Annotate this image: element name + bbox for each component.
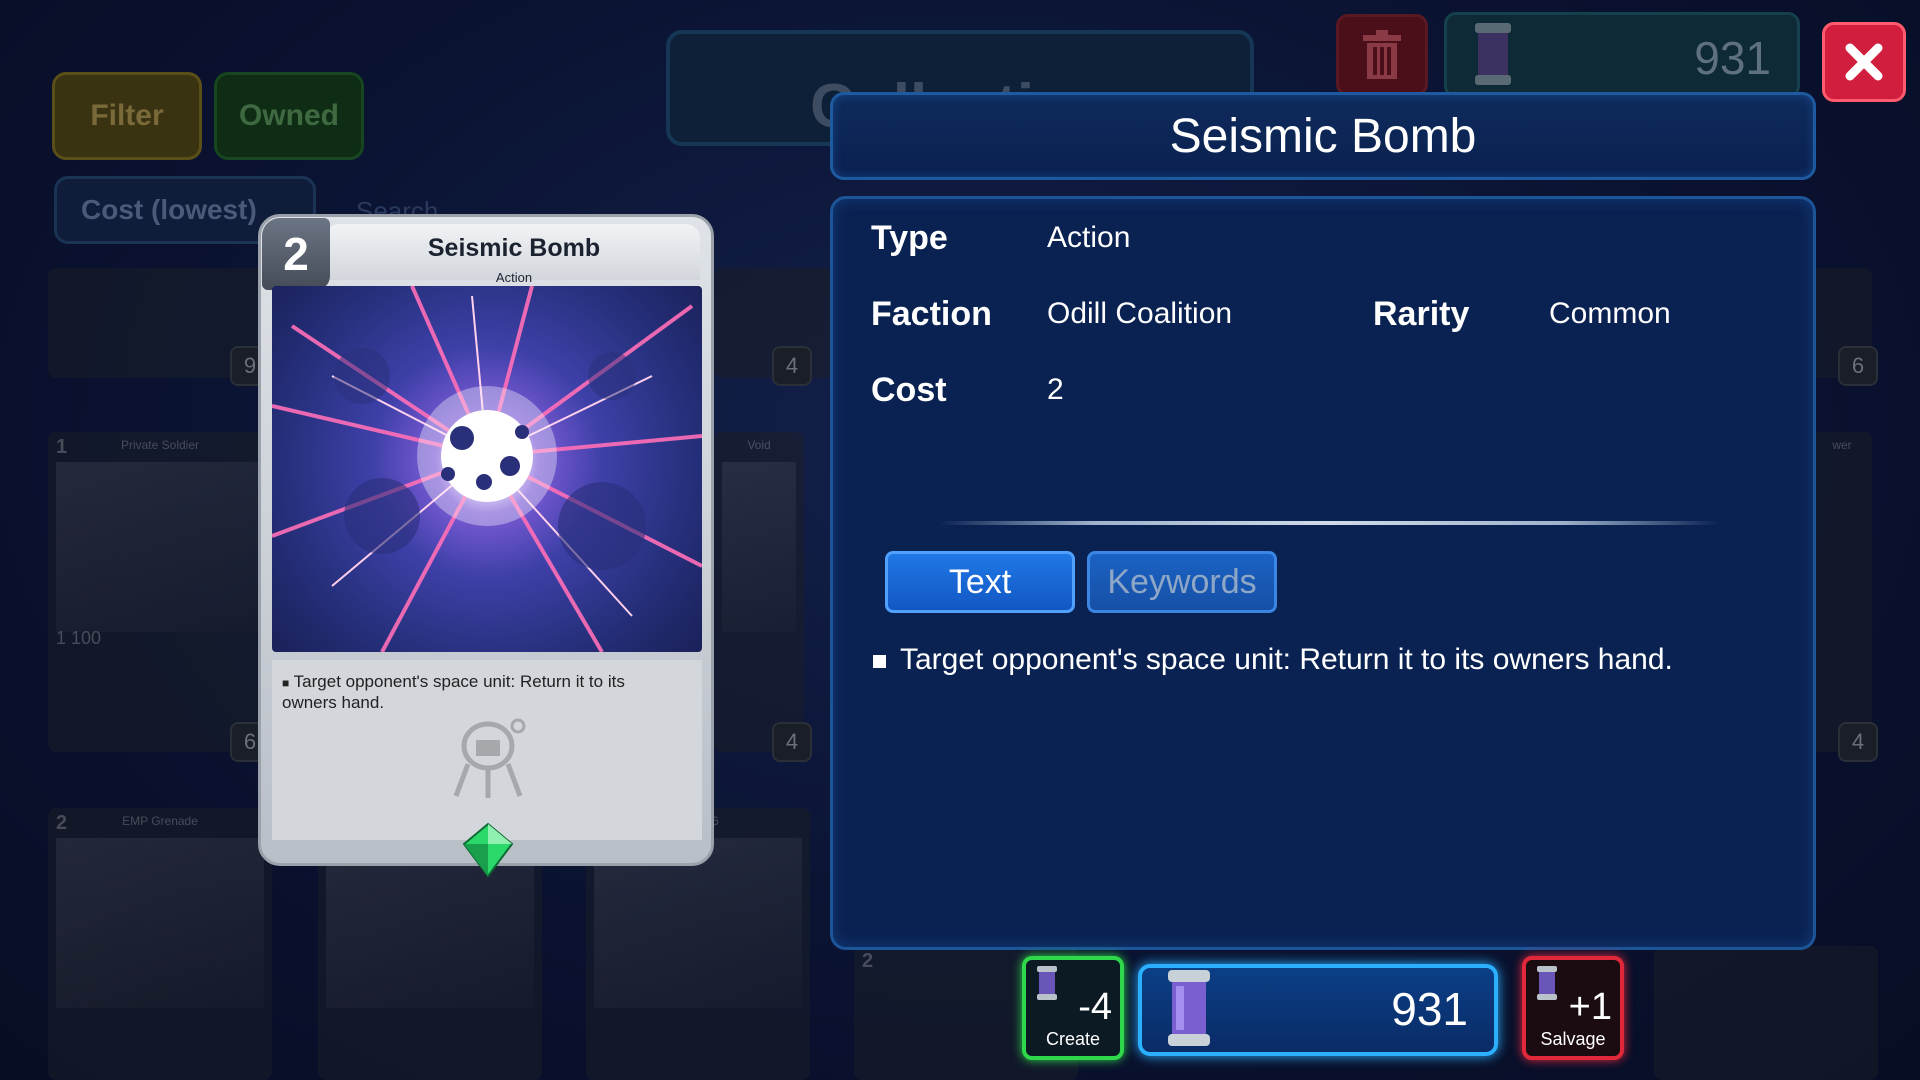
card-title: wer (1832, 438, 1852, 452)
type-value: Action (1047, 221, 1131, 254)
detail-title: Seismic Bomb (830, 92, 1816, 180)
collection-card[interactable]: 2 EMP Grenade (48, 808, 272, 1080)
trash-button[interactable] (1336, 14, 1428, 96)
collection-card[interactable] (1654, 946, 1878, 1080)
tab-keywords[interactable]: Keywords (1087, 551, 1277, 613)
bullet-icon (873, 654, 886, 668)
owned-button[interactable]: Owned (214, 72, 364, 160)
salvage-label: Salvage (1540, 1029, 1606, 1049)
create-button[interactable]: -4 Create (1022, 956, 1124, 1060)
card-title: Private Soldier (120, 438, 200, 452)
detail-panel: Type Action Faction Odill Coalition Rari… (830, 196, 1816, 950)
explosion-art (272, 286, 702, 652)
divider (939, 521, 1719, 525)
green-gem-icon (462, 822, 514, 878)
trash-icon (1363, 30, 1401, 79)
cost-label: Cost (871, 371, 947, 409)
canister-icon (1168, 970, 1210, 1046)
card-cost: 2 (862, 950, 874, 972)
card-count: 6 (1838, 346, 1878, 386)
rarity-label: Rarity (1373, 295, 1470, 333)
faction-logo-icon (453, 718, 526, 798)
card-type: Action (495, 270, 533, 285)
card-title: EMP Grenade (122, 814, 198, 828)
description-text: Target opponent's space unit: Return it … (900, 643, 1673, 676)
type-label: Type (871, 219, 948, 257)
card-count: 4 (1838, 722, 1878, 762)
card-text: ■ Target opponent's space unit: Return i… (282, 672, 682, 712)
salvage-value: +1 (1568, 986, 1612, 1028)
top-currency-display: 931 (1444, 12, 1800, 98)
canister-icon (1037, 966, 1057, 1000)
top-currency-value: 931 (1694, 32, 1771, 84)
canister-icon (1537, 966, 1557, 1000)
faction-label: Faction (871, 295, 992, 333)
salvage-button[interactable]: +1 Salvage (1522, 956, 1624, 1060)
create-cost: -4 (1078, 986, 1112, 1028)
currency-value: 931 (1391, 983, 1468, 1035)
tab-text[interactable]: Text (885, 551, 1075, 613)
currency-display: 931 (1138, 964, 1498, 1056)
card-description: Target opponent's space unit: Return it … (873, 643, 1673, 677)
featured-card: 2 Seismic Bomb Action ■ Target opponent'… (258, 214, 714, 878)
filter-button[interactable]: Filter (52, 72, 202, 160)
canister-icon (1475, 23, 1511, 85)
card-text-body: Target opponent's space unit: Return it … (282, 672, 625, 712)
card-title: Seismic Bomb (427, 234, 601, 262)
cost-value: 2 (1047, 373, 1064, 406)
card-title: Void (747, 438, 771, 452)
close-icon (1845, 43, 1883, 81)
create-label: Create (1045, 1029, 1101, 1049)
collection-card[interactable]: 1 Private Soldier 1 100 (48, 432, 272, 752)
faction-value: Odill Coalition (1047, 297, 1233, 330)
rarity-value: Common (1549, 297, 1671, 330)
card-cost: 2 (262, 218, 330, 290)
bullet-icon: ■ (282, 676, 290, 690)
card-count: 4 (772, 722, 812, 762)
collection-card[interactable]: wer (1812, 432, 1872, 752)
card-count: 4 (772, 346, 812, 386)
close-button[interactable] (1822, 22, 1906, 102)
card-stats: 1 100 (56, 628, 102, 648)
collection-card[interactable]: Void (714, 432, 804, 752)
card-art (272, 286, 702, 652)
